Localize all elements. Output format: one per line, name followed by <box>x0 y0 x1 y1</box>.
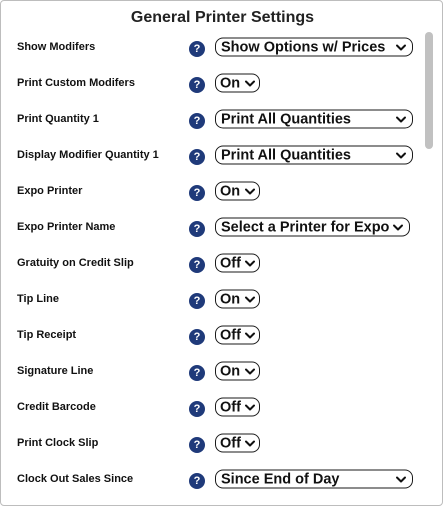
help-icon[interactable]: ? <box>189 293 205 309</box>
select-value: Off <box>220 399 241 415</box>
setting-label: Credit Barcode <box>17 401 96 413</box>
help-icon[interactable]: ? <box>189 221 205 237</box>
setting-row-print-quantity-1: Print Quantity 1 ? Print All Quantities <box>1 104 421 134</box>
chevron-down-icon <box>245 80 255 86</box>
print-clock-slip-select[interactable]: Off <box>215 433 260 453</box>
help-icon[interactable]: ? <box>189 257 205 273</box>
setting-label: Expo Printer <box>17 185 83 197</box>
select-value: On <box>220 363 241 379</box>
setting-row-signature-line: Signature Line ? On <box>1 356 421 386</box>
expo-printer-select[interactable]: On <box>215 181 260 201</box>
select-value: Off <box>220 435 241 451</box>
select-value: Print All Quantities <box>221 111 351 127</box>
setting-label: Tip Receipt <box>17 329 77 341</box>
panel-title: General Printer Settings <box>130 9 315 26</box>
scrollbar-thumb[interactable] <box>425 32 433 149</box>
chevron-down-icon <box>245 188 255 194</box>
clock-out-sales-since-select[interactable]: Since End of Day <box>215 469 413 489</box>
help-icon[interactable]: ? <box>189 185 205 201</box>
chevron-down-icon <box>245 368 255 374</box>
setting-row-clock-out-sales-since: Clock Out Sales Since ? Since End of Day <box>1 464 421 494</box>
help-icon[interactable]: ? <box>189 329 205 345</box>
help-icon[interactable]: ? <box>189 41 205 57</box>
setting-label: Print Custom Modifers <box>17 77 135 89</box>
chevron-down-icon <box>245 332 255 338</box>
select-value: On <box>220 291 241 307</box>
chevron-down-icon <box>396 116 406 122</box>
help-icon[interactable]: ? <box>189 149 205 165</box>
setting-row-show-modifiers: Show Modifers ? Show Options w/ Prices <box>1 32 421 62</box>
expo-printer-name-select[interactable]: Select a Printer for Expo <box>215 217 410 237</box>
help-icon[interactable]: ? <box>189 77 205 93</box>
setting-row-expo-printer: Expo Printer ? On <box>1 176 421 206</box>
select-value: Show Options w/ Prices <box>221 39 386 55</box>
credit-barcode-select[interactable]: Off <box>215 397 260 417</box>
help-icon[interactable]: ? <box>189 473 205 489</box>
setting-label: Tip Line <box>17 293 59 305</box>
tip-line-select[interactable]: On <box>215 289 260 309</box>
setting-label: Signature Line <box>17 365 94 377</box>
tip-receipt-select[interactable]: Off <box>215 325 260 345</box>
setting-label: Clock Out Sales Since <box>17 473 134 485</box>
setting-row-print-custom-modifiers: Print Custom Modifers ? On <box>1 68 421 98</box>
chevron-down-icon <box>396 152 406 158</box>
chevron-down-icon <box>245 440 255 446</box>
help-icon[interactable]: ? <box>189 401 205 417</box>
help-icon[interactable]: ? <box>189 365 205 381</box>
chevron-down-icon <box>245 296 255 302</box>
select-value: Off <box>220 327 241 343</box>
setting-row-tip-receipt: Tip Receipt ? Off <box>1 320 421 350</box>
setting-row-print-clock-slip: Print Clock Slip ? Off <box>1 428 421 458</box>
gratuity-on-credit-slip-select[interactable]: Off <box>215 253 260 273</box>
print-quantity-1-select[interactable]: Print All Quantities <box>215 109 413 129</box>
chevron-down-icon <box>396 476 406 482</box>
chevron-down-icon <box>245 404 255 410</box>
display-modifier-quantity-1-select[interactable]: Print All Quantities <box>215 145 413 165</box>
setting-row-credit-barcode: Credit Barcode ? Off <box>1 392 421 422</box>
setting-label: Print Clock Slip <box>17 437 99 449</box>
select-value: Since End of Day <box>221 471 340 487</box>
settings-panel: General Printer Settings Show Modifers ?… <box>0 0 443 506</box>
chevron-down-icon <box>245 260 255 266</box>
setting-label: Display Modifier Quantity 1 <box>17 149 159 161</box>
setting-row-gratuity-on-credit-slip: Gratuity on Credit Slip ? Off <box>1 248 421 278</box>
setting-row-expo-printer-name: Expo Printer Name ? Select a Printer for… <box>1 212 421 242</box>
select-value: Select a Printer for Expo <box>221 219 389 235</box>
setting-label: Expo Printer Name <box>17 221 116 233</box>
setting-label: Gratuity on Credit Slip <box>17 257 134 269</box>
select-value: On <box>220 75 241 91</box>
setting-label: Show Modifers <box>17 41 96 53</box>
show-modifiers-select[interactable]: Show Options w/ Prices <box>215 37 413 57</box>
help-icon[interactable]: ? <box>189 437 205 453</box>
chevron-down-icon <box>396 44 406 50</box>
signature-line-select[interactable]: On <box>215 361 260 381</box>
help-icon[interactable]: ? <box>189 113 205 129</box>
select-value: Print All Quantities <box>221 147 351 163</box>
select-value: On <box>220 183 241 199</box>
print-custom-modifiers-select[interactable]: On <box>215 73 260 93</box>
select-value: Off <box>220 255 241 271</box>
chevron-down-icon <box>393 224 403 230</box>
vertical-scrollbar[interactable] <box>424 31 434 503</box>
setting-row-display-modifier-quantity-1: Display Modifier Quantity 1 ? Print All … <box>1 140 421 170</box>
setting-row-tip-line: Tip Line ? On <box>1 284 421 314</box>
setting-label: Print Quantity 1 <box>17 113 99 125</box>
